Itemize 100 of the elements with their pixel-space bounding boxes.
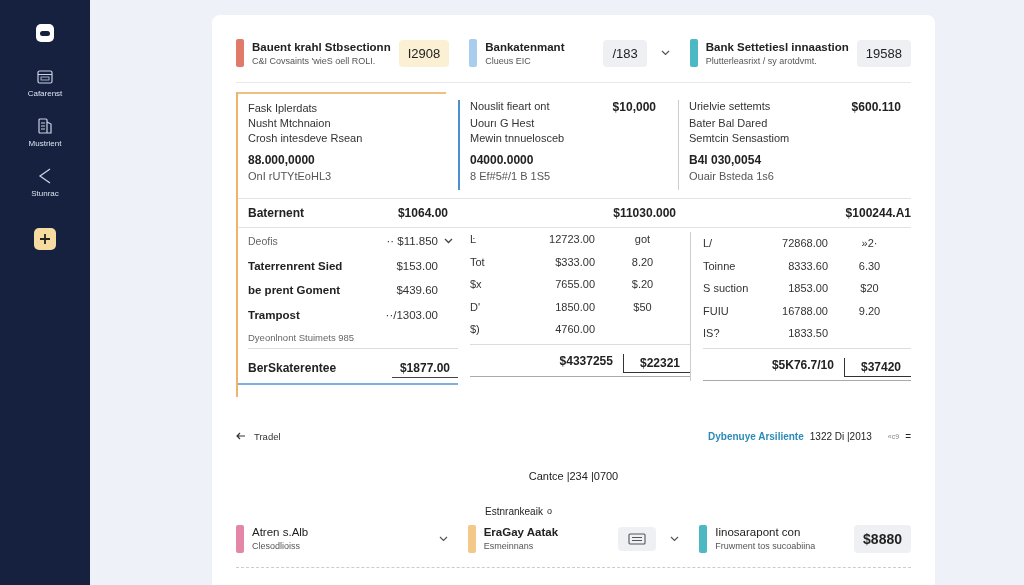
back-link[interactable]: Tradel: [236, 430, 281, 442]
table-cell-text: 7655.00: [554, 278, 595, 291]
table-cell-text: D': [470, 300, 482, 313]
section-label: Estnrankeaik: [485, 505, 543, 517]
table-cell-text: S suction: [703, 282, 750, 295]
table-cell-text: $.20: [630, 278, 655, 291]
table-cell-text: 6.30: [857, 259, 882, 272]
table-cell-text: FUIU: [703, 304, 730, 317]
table-cell-text: Ŀ: [470, 233, 478, 246]
table-cell-text: »2·: [860, 237, 879, 250]
report-link[interactable]: Dybenuye Arsiliente: [708, 430, 804, 442]
chevron-down-icon[interactable]: [444, 238, 453, 245]
account-line: Fask Iplerdats: [248, 102, 318, 114]
table-cell-text: got: [633, 233, 652, 246]
table-total: $11030.000: [613, 206, 676, 220]
table-cell-text: 1853.00: [787, 282, 828, 295]
summary-subtitle: Plutterleasrixt / sy arotdvmt.: [705, 55, 818, 66]
summary-value: /183: [603, 39, 647, 67]
account-line: Urielvie settemts: [689, 100, 771, 114]
table-cell-text: 12723.00: [548, 233, 595, 246]
table-title: Baternent: [248, 206, 304, 220]
total-amount: $37420: [843, 357, 911, 377]
summary-title: Bauent krahl Stbsectionn: [252, 40, 391, 53]
item-title: EraGay Aatak: [483, 526, 560, 538]
summary-subtitle: Clueus EIC: [485, 55, 532, 66]
account-amount: $10,000: [612, 100, 656, 114]
document-icon: [38, 118, 52, 134]
table-cell-text: $x: [470, 278, 483, 291]
chevron-down-icon[interactable]: [670, 535, 680, 542]
summary-subtitle: C&I Covsaints 'wieS oell ROLI.: [252, 55, 377, 66]
table-cell-text: IS?: [703, 327, 721, 340]
menu-button[interactable]: =: [905, 430, 911, 442]
account-line: Mewin tnnuelosceb: [470, 132, 565, 144]
table-cell-text: 1833.50: [787, 327, 828, 340]
list-icon: [628, 532, 647, 545]
arrow-left-icon: [236, 432, 246, 440]
chevron-down-icon[interactable]: [660, 50, 670, 56]
table-cell-text: $): [470, 323, 481, 336]
table-cell-text: Toinne: [703, 259, 737, 272]
account-number: B4l 030,0054: [689, 153, 762, 167]
triangle-left-icon: [38, 168, 52, 184]
count-text: Cantce |234 |0700: [527, 469, 620, 482]
item-title: Iinosarapont con: [715, 526, 802, 538]
app-logo-icon[interactable]: [36, 24, 54, 42]
table-cell-text: Taterrenrent Sied: [248, 259, 344, 272]
account-line: Nouslit fieart ont: [470, 100, 550, 114]
account-note: Ouair Bsteda 1s6: [689, 170, 774, 182]
table-total: $100244.A1: [845, 206, 911, 220]
item-subtitle: Esmeinnans: [483, 541, 535, 551]
add-button[interactable]: [34, 228, 56, 250]
table-cell-text: 16788.00: [781, 304, 828, 317]
table-cell-text: 72868.00: [781, 237, 828, 250]
table-cell-text: Trampost: [248, 308, 301, 321]
table-cell-text: $153.00: [395, 259, 439, 272]
plus-icon: [40, 234, 50, 244]
table-cell-text: 1850.00: [554, 300, 595, 313]
section-mark: o: [546, 505, 552, 517]
table-cell-text: ·· $11.850: [385, 235, 439, 248]
account-number: 88.000,0000: [248, 153, 315, 167]
item-subtitle: Fruwment tos sucoabiina: [715, 541, 817, 551]
sidebar-item[interactable]: Cafarenst: [27, 70, 63, 98]
message-button[interactable]: [618, 526, 657, 551]
item-title: Atren s.Alb: [252, 526, 310, 538]
table-cell-text: $20: [859, 282, 880, 295]
table-cell-text: 4760.00: [554, 323, 595, 336]
account-note: 8 Ef#5#/1 B 1S5: [470, 170, 551, 182]
item-subtitle: Clesodlioiss: [252, 541, 302, 551]
table-total: $1064.00: [397, 206, 448, 220]
table-cell-text: 8.20: [630, 255, 655, 268]
table-cell-text: 8333.60: [787, 259, 828, 272]
table-cell-text: ··/1303.00: [384, 308, 439, 321]
account-line: Uourı G Hest: [470, 117, 535, 129]
total-amount: $22321: [622, 353, 690, 373]
account-line: Nusht Mtchnaion: [248, 117, 331, 129]
total-amount: $1877.00: [391, 361, 458, 378]
account-line: Bater Bal Dared: [689, 117, 768, 129]
calendar-icon: [37, 70, 53, 84]
table-cell-text: $333.00: [554, 255, 595, 268]
summary-value: I2908: [398, 39, 450, 67]
account-amount: $600.110: [851, 100, 901, 114]
account-line: Semtcin Sensastiom: [689, 132, 790, 144]
sidebar-item[interactable]: Stunrac: [31, 168, 59, 198]
table-cell-text: be prent Goment: [248, 284, 341, 297]
item-value: $8880: [854, 524, 911, 553]
table-cell-text: L/: [703, 237, 714, 250]
table-note: Dyeonlnont Stuimets 985: [248, 326, 458, 349]
total-label: BerSkaterentee: [248, 361, 337, 377]
account-note: OnI rUTYtEoHL3: [248, 170, 332, 182]
total-amount: $4337255: [559, 353, 613, 370]
sidebar-item[interactable]: Mustrient: [28, 118, 62, 148]
chevron-down-icon[interactable]: [438, 535, 448, 542]
table-cell-text: 9.20: [857, 304, 882, 317]
report-date: 1322 Di |2013: [809, 430, 872, 442]
table-cell-text: $50: [632, 300, 653, 313]
account-line: Crosh intesdeve Rsean: [248, 132, 363, 144]
total-amount: $5K76.7/10: [771, 357, 834, 374]
table-cell-text: $439.60: [395, 284, 439, 297]
table-cell-text: Tot: [470, 255, 486, 268]
summary-title: Bankatenmant: [485, 40, 566, 53]
table-cell-text: Deofis: [248, 235, 279, 248]
